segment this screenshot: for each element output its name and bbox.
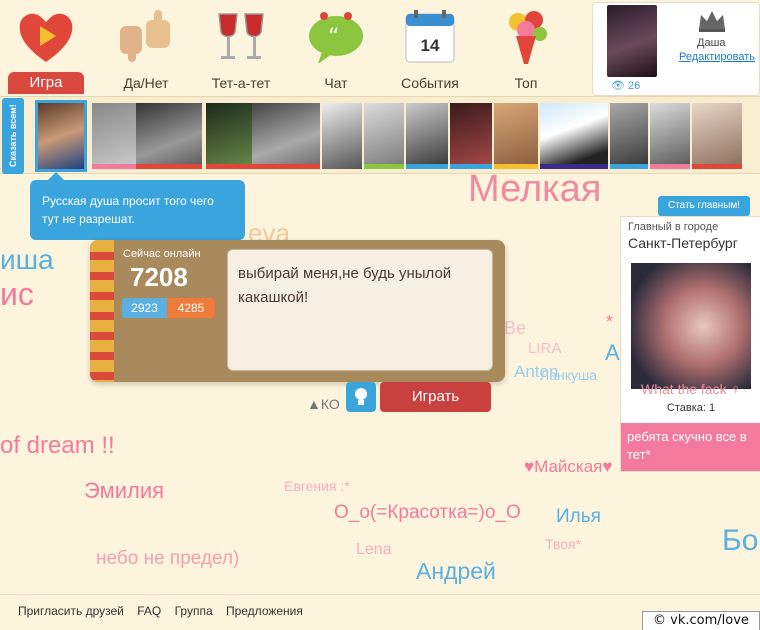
online-count: 7208 [130, 262, 188, 292]
main-in-city-label: Главный в городе [628, 221, 719, 233]
cloud-name[interactable]: LIRA [528, 340, 561, 357]
invite-friends-link[interactable]: Пригласить друзей [18, 604, 124, 618]
faq-link[interactable]: FAQ [137, 604, 161, 618]
cloud-name[interactable]: Твоя* [545, 536, 581, 552]
profile-name: Даша [697, 37, 726, 49]
strip-user-thumb[interactable] [450, 103, 492, 169]
strip-user-thumb[interactable] [692, 103, 742, 169]
nav-label-top: Топ [514, 75, 538, 91]
profile-avatar[interactable] [607, 5, 657, 77]
nav-label-events: События [401, 75, 459, 91]
city-name: Санкт-Петербург [628, 235, 738, 251]
strip-user-thumb[interactable] [252, 103, 320, 169]
main-user-message: ребята скучно все в тет* [621, 423, 760, 471]
main-user-bet: Ставка: 1 [666, 402, 716, 414]
main-user-name[interactable]: What the fack ♀ [621, 381, 760, 397]
nav-item-events[interactable]: 14 События [384, 0, 476, 95]
cloud-name[interactable]: Lena [356, 541, 392, 559]
strip-user-thumb[interactable] [92, 103, 138, 169]
say-all-button[interactable]: Сказать всем! [2, 98, 24, 174]
status-tooltip: Русская душа просит того чего тут не раз… [30, 172, 245, 240]
cloud-name[interactable]: of dream !! [0, 432, 115, 460]
cloud-name[interactable]: Илья [556, 506, 601, 528]
strip-user-thumb[interactable] [610, 103, 648, 169]
cloud-name[interactable]: Мелкая [468, 168, 601, 211]
cloud-name[interactable]: иша [0, 244, 54, 276]
strip-user-thumb[interactable] [540, 103, 608, 169]
lightbulb-icon [355, 388, 367, 405]
bouquet-icon [509, 11, 547, 64]
eye-icon: 👁 [611, 80, 625, 92]
main-in-city-panel: Главный в городе Санкт-Петербург What th… [620, 216, 760, 472]
views-counter: 👁 26 [611, 79, 640, 92]
profile-card: Даша Редактировать 👁 26 [592, 2, 760, 96]
cloud-name[interactable]: Be [504, 318, 526, 339]
cloud-name[interactable]: Эмилия [84, 478, 164, 504]
heart-play-icon [19, 13, 73, 63]
cloud-name[interactable]: Ланкуша [540, 367, 597, 383]
status-message[interactable]: выбирай меня,не будь унылой какашкой! [227, 249, 493, 371]
footer-links: Пригласить друзей FAQ Группа Предложения [18, 604, 313, 618]
become-main-button[interactable]: Стать главным! [658, 196, 750, 216]
thumbs-icon [120, 10, 170, 62]
cloud-name[interactable]: Бо [722, 524, 758, 558]
strip-user-thumb[interactable] [406, 103, 448, 169]
nav-item-yes-no[interactable]: Да/Нет [100, 0, 192, 95]
wine-glasses-icon [218, 13, 264, 59]
cloud-name[interactable]: небо не предел) [96, 548, 239, 570]
strip-user-thumb[interactable] [35, 100, 87, 172]
suggestions-link[interactable]: Предложения [226, 604, 303, 618]
nav-item-top[interactable]: Топ [480, 0, 572, 95]
strip-user-thumb[interactable] [136, 103, 202, 169]
svg-text:“: “ [328, 25, 339, 50]
footer-divider [0, 594, 760, 595]
cloud-name[interactable]: Андрей [416, 558, 496, 585]
hearts-pattern [90, 240, 114, 382]
app-root: Игра Да/Нет Тет-а-тет “ Чат 14 События Т… [0, 0, 760, 630]
watermark-badge: © vk.com/love [642, 611, 760, 630]
online-label: Сейчас онлайн [123, 248, 201, 260]
play-button[interactable]: Играть [380, 382, 491, 412]
nav-label-tete-a-tete: Тет-а-тет [211, 75, 271, 91]
nav-label-yes-no: Да/Нет [123, 75, 169, 91]
strip-user-thumb[interactable] [322, 103, 362, 169]
lightbulb-button[interactable] [346, 382, 376, 412]
cloud-name[interactable]: A [605, 340, 620, 366]
online-count-girls: 4285 [167, 298, 215, 318]
edit-profile-link[interactable]: Редактировать [679, 51, 755, 63]
chat-bubble-icon: “ [309, 12, 363, 64]
cloud-name[interactable]: ♥Майская♥ [524, 457, 612, 477]
nav-item-chat[interactable]: “ Чат [290, 0, 382, 95]
cloud-name[interactable]: Евгения :* [284, 478, 350, 494]
views-count: 26 [628, 80, 641, 92]
group-link[interactable]: Группа [175, 604, 213, 618]
strip-user-thumb[interactable] [364, 103, 404, 169]
strip-user-thumb[interactable] [650, 103, 690, 169]
nav-label-chat: Чат [324, 75, 348, 91]
calendar-day: 14 [420, 36, 440, 55]
cloud-name[interactable]: ис [0, 276, 34, 313]
strip-user-thumb[interactable] [206, 103, 252, 169]
cloud-name[interactable]: * [606, 312, 613, 333]
cloud-name[interactable]: ▲КО [307, 396, 340, 412]
online-status-card: Сейчас онлайн 7208 2923 4285 выбирай мен… [90, 240, 505, 382]
nav-item-game[interactable]: Игра [0, 0, 92, 95]
nav-item-tete-a-tete[interactable]: Тет-а-тет [195, 0, 287, 95]
strip-user-thumb[interactable] [494, 103, 538, 169]
online-count-boys: 2923 [122, 298, 167, 318]
cloud-name[interactable]: О_о(=Красотка=)о_О [334, 502, 521, 524]
nav-label-game: Игра [8, 72, 84, 94]
crown-icon [699, 11, 725, 32]
main-user-photo[interactable] [631, 263, 751, 389]
top-nav: Игра Да/Нет Тет-а-тет “ Чат 14 События Т… [0, 0, 590, 95]
